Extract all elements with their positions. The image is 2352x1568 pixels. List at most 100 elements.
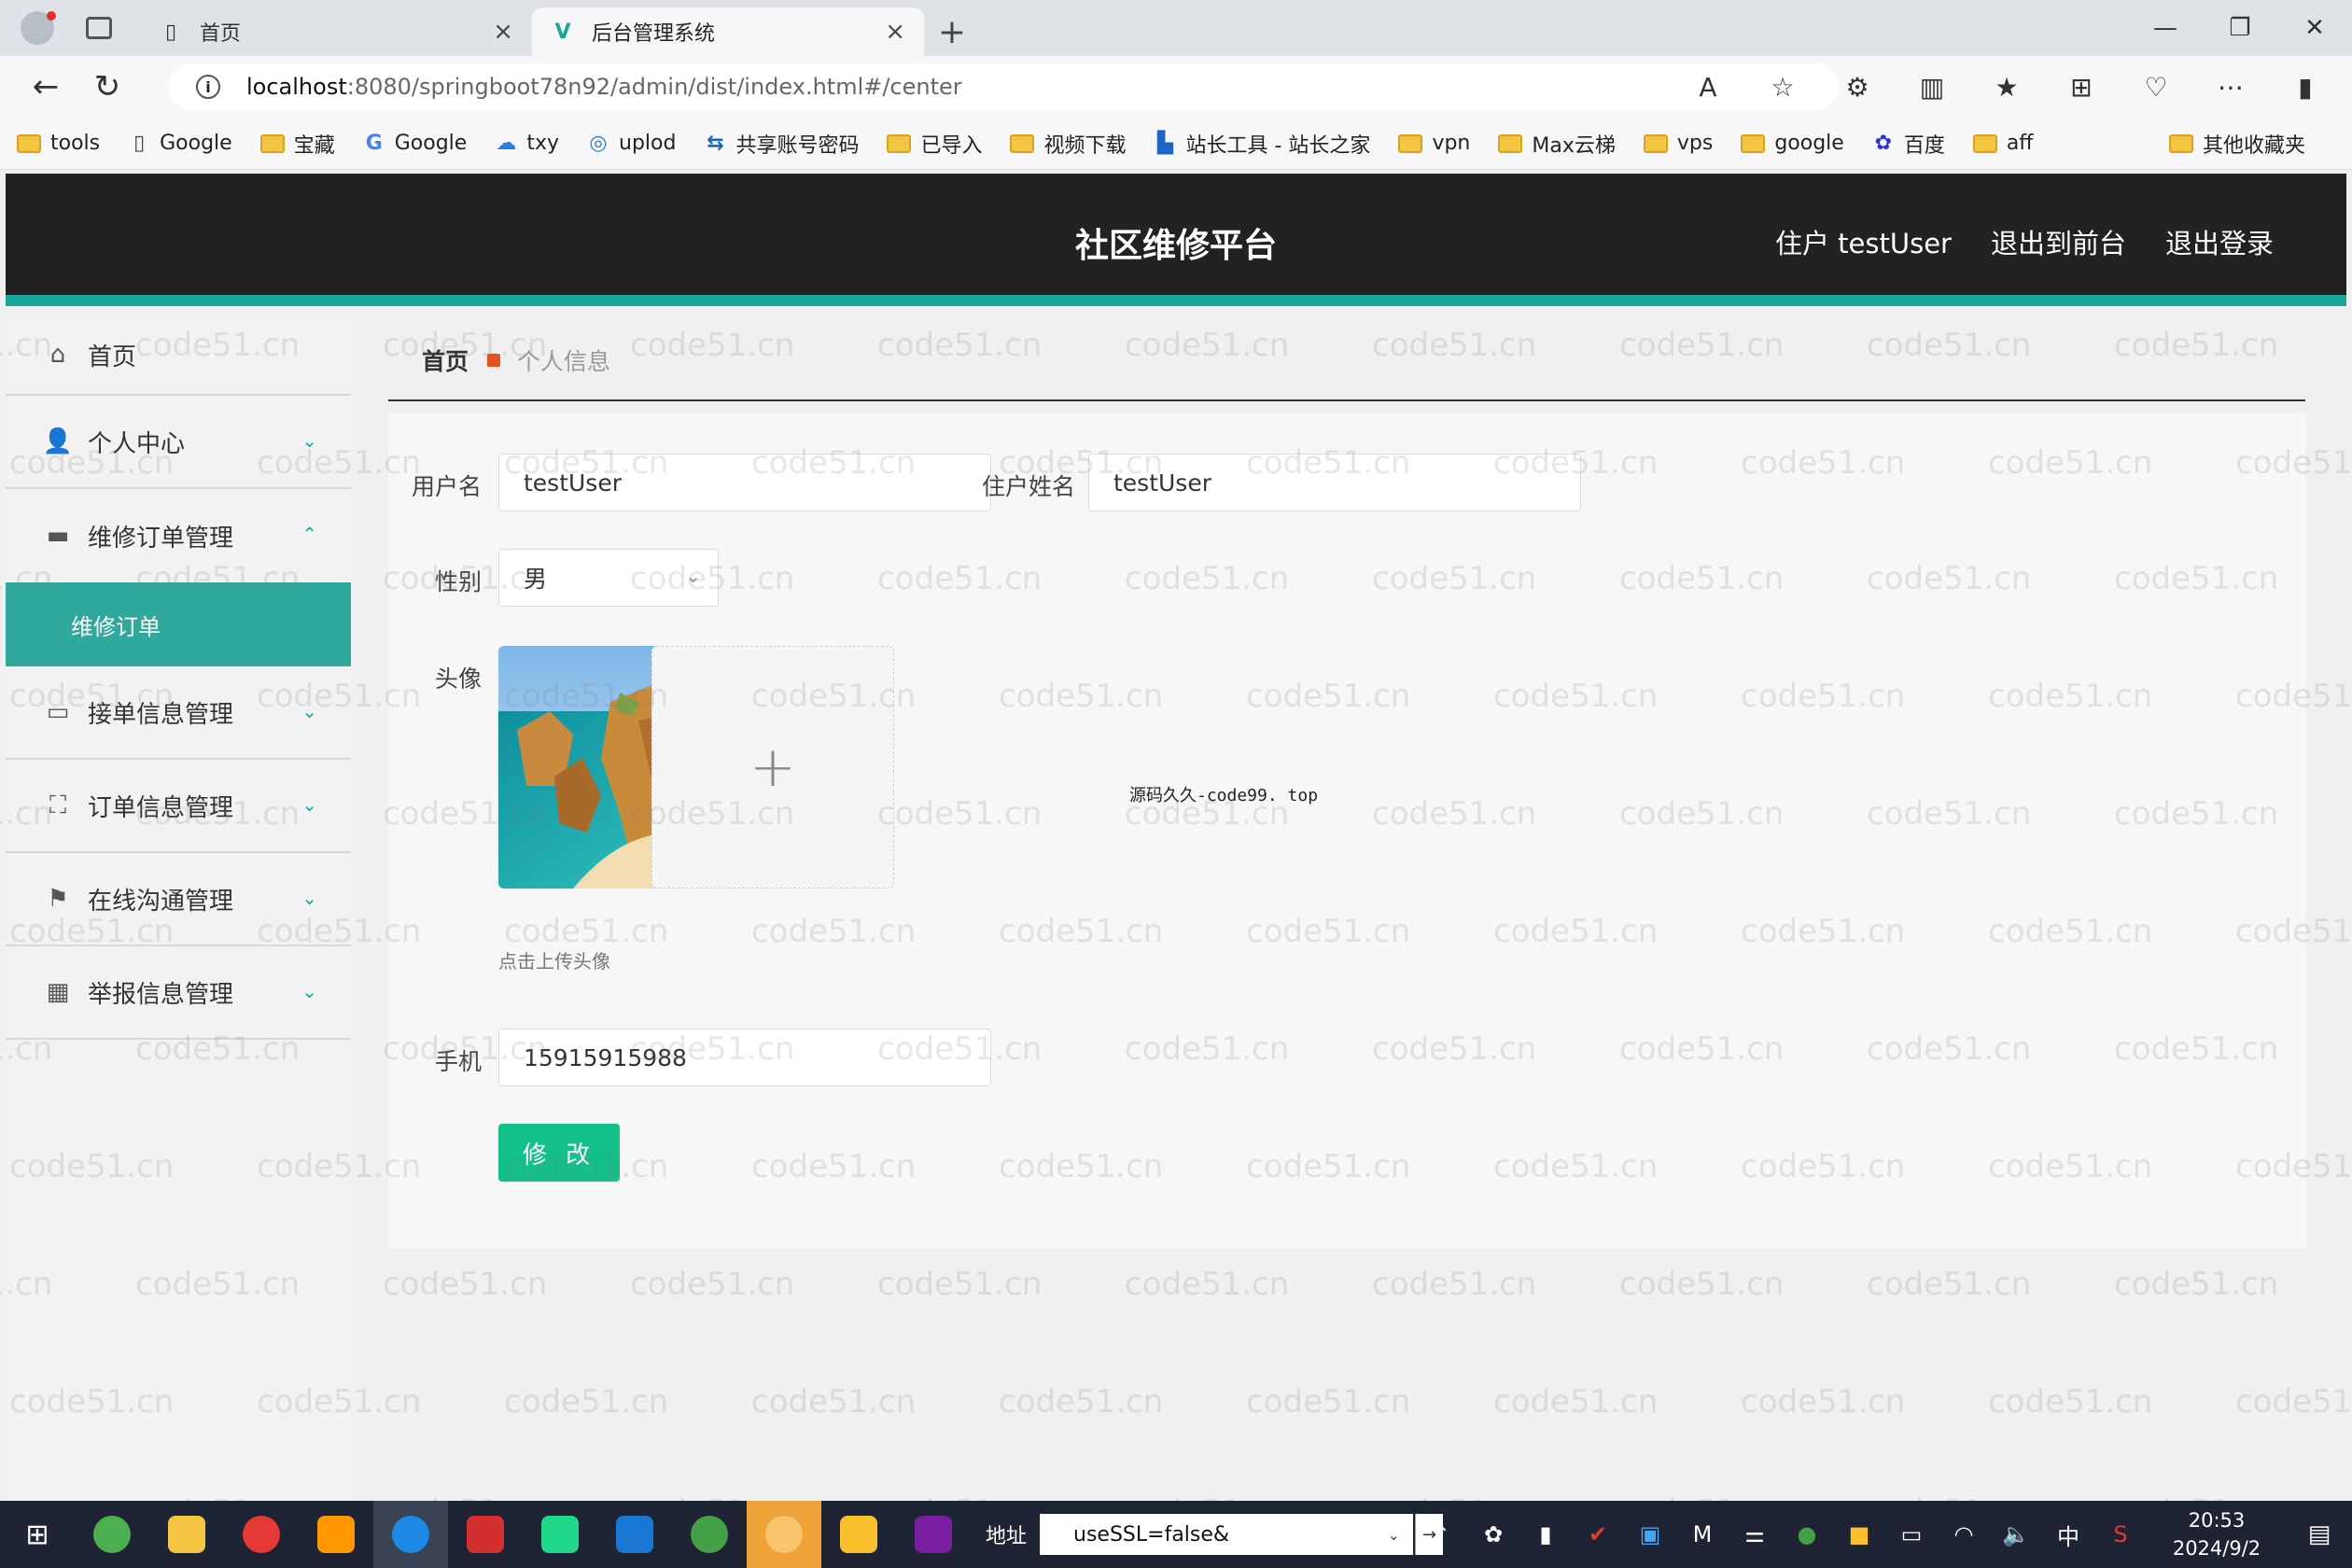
other-bookmarks[interactable]: 其他收藏夹 — [2168, 129, 2305, 159]
windows-taskbar: ⊞ 地址 useSSL=false& ⌄ → ⌃ ✿ ▮ ✔ ▣ M ⚌ ● ■… — [0, 1501, 2352, 1568]
system-clock[interactable]: 20:53 2024/9/2 — [2147, 1506, 2287, 1562]
taskbar-address-input[interactable]: useSSL=false& ⌄ — [1040, 1514, 1414, 1555]
tray-yellow-icon[interactable]: ■ — [1833, 1501, 1885, 1568]
wifi-icon[interactable]: ◠ — [1938, 1501, 1990, 1568]
favorite-star-icon[interactable]: ☆ — [1745, 56, 1820, 118]
app-blue-icon[interactable] — [597, 1501, 672, 1568]
phone-field[interactable]: 15915915988 — [498, 1029, 991, 1086]
bookmark-item[interactable]: ✿ 百度 — [1872, 129, 1945, 159]
refresh-icon[interactable]: ↻ — [77, 56, 138, 118]
intellij-icon[interactable] — [896, 1501, 971, 1568]
sogou-icon[interactable]: S — [2094, 1501, 2147, 1568]
google-icon: G — [365, 132, 383, 155]
submit-edit-button[interactable]: 修 改 — [498, 1124, 620, 1182]
browser-tab-home[interactable]: ▯ 首页 × — [140, 7, 532, 56]
resident-name-label: 住户姓名 — [981, 473, 1075, 500]
volume-icon[interactable]: 🔈 — [1990, 1501, 2042, 1568]
folder-icon — [1741, 133, 1766, 153]
chevron-down-icon: ⌄ — [1387, 1525, 1401, 1544]
chevron-up-icon[interactable]: ⌃ — [1415, 1501, 1467, 1568]
tray-app-icon[interactable]: ✿ — [1467, 1501, 1519, 1568]
avatar-upload-button[interactable]: + — [651, 646, 894, 889]
bookmark-item[interactable]: 视频下载 — [1010, 129, 1127, 159]
windows-start-icon[interactable]: ⊞ — [0, 1501, 75, 1568]
new-tab-button[interactable]: + — [924, 7, 980, 56]
bookmark-item[interactable]: Max云梯 — [1498, 129, 1616, 159]
notification-icon[interactable]: ▤ — [2287, 1501, 2352, 1568]
bookmark-item[interactable]: ◎ uplod — [587, 132, 676, 155]
bookmark-item[interactable]: ▯ Google — [128, 132, 232, 155]
close-icon[interactable]: × — [493, 18, 513, 46]
battery-icon[interactable]: ▭ — [1885, 1501, 1938, 1568]
sidebar-item-home[interactable]: ⌂ 首页 — [6, 315, 351, 396]
bookmark-item[interactable]: ☁ txy — [495, 132, 559, 155]
usb-icon[interactable]: ▮ — [1519, 1501, 1572, 1568]
sidebar-toggle-icon[interactable]: ▮ — [2268, 56, 2343, 118]
tab-title: 首页 — [200, 22, 242, 46]
favorites-icon[interactable]: ★ — [1969, 56, 2044, 118]
back-icon[interactable]: ← — [15, 56, 77, 118]
antivirus-icon[interactable]: ✔ — [1572, 1501, 1624, 1568]
bookmark-item[interactable]: 已导入 — [887, 129, 982, 159]
site-info-icon[interactable]: i — [196, 75, 220, 99]
bookmark-item[interactable]: aff — [1972, 132, 2033, 155]
more-icon[interactable]: ⋯ — [2193, 56, 2268, 118]
folder-icon — [259, 133, 285, 153]
tab-actions-icon[interactable] — [86, 17, 112, 39]
extensions-icon[interactable]: ⚙ — [1820, 56, 1895, 118]
page-icon: ▯ — [133, 132, 146, 155]
back-to-front-link[interactable]: 退出到前台 — [1991, 222, 2126, 261]
read-aloud-icon[interactable]: A — [1671, 56, 1745, 118]
sidebar-subitem-repair-order[interactable]: 维修订单 — [6, 582, 351, 666]
sidebar-item-report-info[interactable]: ▦ 举报信息管理 ⌄ — [6, 946, 351, 1040]
minimize-icon[interactable]: — — [2128, 0, 2203, 56]
app-green-icon[interactable] — [75, 1501, 149, 1568]
cloud-icon: ☁ — [496, 132, 517, 155]
pycharm-icon[interactable] — [523, 1501, 597, 1568]
bookmark-item[interactable]: vps — [1643, 132, 1713, 155]
profile-avatar-icon[interactable] — [21, 11, 56, 45]
chrome-icon[interactable] — [224, 1501, 299, 1568]
bookmark-item[interactable]: ▙ 站长工具 - 站长之家 — [1155, 129, 1370, 159]
sidebar-item-online-chat[interactable]: ⚑ 在线沟通管理 ⌄ — [6, 853, 351, 946]
sublime-icon[interactable] — [299, 1501, 373, 1568]
folder-icon — [1498, 133, 1523, 153]
collections-icon[interactable]: ⊞ — [2044, 56, 2119, 118]
split-screen-icon[interactable]: ▥ — [1895, 56, 1969, 118]
bookmark-item[interactable]: 宝藏 — [259, 129, 335, 159]
wps-icon[interactable] — [448, 1501, 523, 1568]
browser-tab-admin[interactable]: V 后台管理系统 × — [532, 7, 924, 56]
avatar-label: 头像 — [434, 665, 482, 693]
sidebar-item-accept-info[interactable]: ▭ 接单信息管理 ⌄ — [6, 666, 351, 760]
bookmark-item[interactable]: ⇆ 共享账号密码 — [704, 129, 859, 159]
tray-m-icon[interactable]: M — [1676, 1501, 1729, 1568]
frame-icon: ⛶ — [49, 791, 67, 819]
bookmark-item[interactable]: google — [1741, 132, 1844, 155]
bookmark-item[interactable]: vpn — [1398, 132, 1470, 155]
app-orange-icon[interactable] — [747, 1501, 821, 1568]
sidebar-item-personal-center[interactable]: 👤 个人中心 ⌄ — [6, 396, 351, 489]
close-window-icon[interactable]: ✕ — [2277, 0, 2352, 56]
tray-settings-icon[interactable]: ⚌ — [1729, 1501, 1781, 1568]
restore-icon[interactable]: ❐ — [2203, 0, 2277, 56]
sidebar-item-repair-orders[interactable]: ▬ 维修订单管理 ⌃ — [6, 489, 351, 582]
tray-blue-icon[interactable]: ▣ — [1624, 1501, 1676, 1568]
breadcrumb-home[interactable]: 首页 — [422, 343, 469, 377]
file-explorer-icon[interactable] — [149, 1501, 224, 1568]
sidebar-item-order-info[interactable]: ⛶ 订单信息管理 ⌄ — [6, 760, 351, 853]
bookmark-item[interactable]: tools — [17, 132, 100, 155]
gender-select[interactable]: 男 ⌄ — [498, 549, 719, 607]
edge-icon[interactable] — [373, 1501, 448, 1568]
ime-indicator[interactable]: 中 — [2042, 1501, 2094, 1568]
wechat-icon[interactable] — [672, 1501, 747, 1568]
url-input[interactable]: i localhost:8080/springboot78n92/admin/d… — [168, 63, 1839, 110]
resident-name-field[interactable]: testUser — [1088, 454, 1581, 511]
browser-essentials-icon[interactable]: ♡ — [2119, 56, 2193, 118]
app-yellow-icon[interactable] — [821, 1501, 896, 1568]
logout-link[interactable]: 退出登录 — [2165, 222, 2274, 261]
username-field[interactable]: testUser — [498, 454, 991, 511]
wechat-tray-icon[interactable]: ● — [1781, 1501, 1833, 1568]
bookmark-item[interactable]: G Google — [363, 132, 468, 155]
close-icon[interactable]: × — [885, 18, 905, 46]
window-controls: — ❐ ✕ — [2128, 0, 2352, 56]
